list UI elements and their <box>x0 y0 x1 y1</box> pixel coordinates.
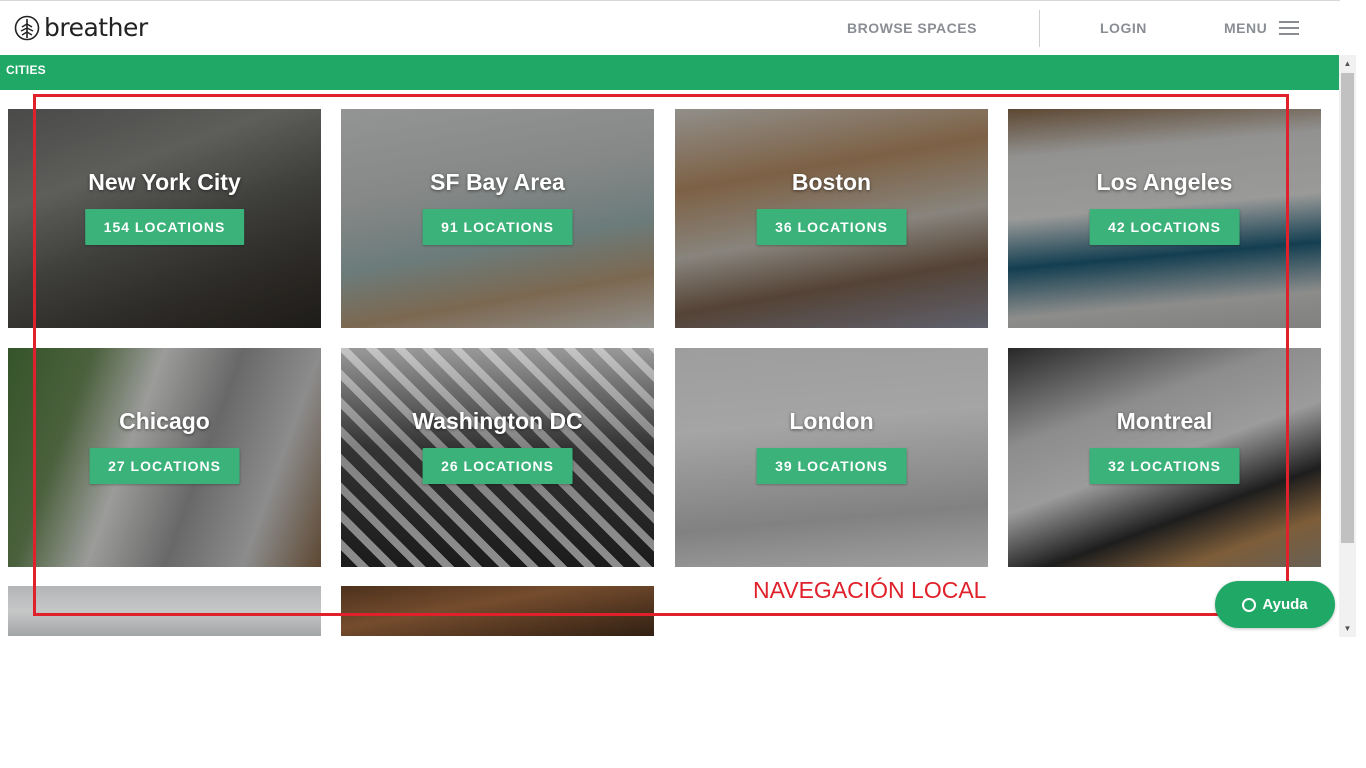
cities-section-header: CITIES <box>0 55 1339 90</box>
locations-button[interactable]: 32 LOCATIONS <box>1089 448 1240 484</box>
city-card-chicago[interactable]: Chicago 27 LOCATIONS <box>8 348 321 567</box>
locations-button[interactable]: 27 LOCATIONS <box>89 448 240 484</box>
scroll-thumb[interactable] <box>1341 73 1354 543</box>
breather-logo[interactable]: breather <box>14 13 148 43</box>
menu-label: MENU <box>1224 20 1268 36</box>
locations-button[interactable]: 26 LOCATIONS <box>422 448 573 484</box>
menu-button[interactable]: MENU <box>1224 20 1300 36</box>
help-label: Ayuda <box>1262 596 1308 613</box>
city-name: London <box>789 408 874 434</box>
city-name: Montreal <box>1116 408 1213 434</box>
locations-button[interactable]: 36 LOCATIONS <box>756 209 907 245</box>
locations-button[interactable]: 154 LOCATIONS <box>84 209 245 245</box>
hamburger-icon <box>1279 21 1300 35</box>
city-card-los-angeles[interactable]: Los Angeles 42 LOCATIONS <box>1008 109 1321 328</box>
city-name: SF Bay Area <box>430 169 565 195</box>
top-navigation-bar: breather BROWSE SPACES LOGIN MENU <box>0 0 1340 55</box>
city-card-london[interactable]: London 39 LOCATIONS <box>675 348 988 567</box>
login-link[interactable]: LOGIN <box>1100 20 1147 36</box>
city-name: New York City <box>88 169 241 195</box>
cities-label: CITIES <box>6 63 46 77</box>
page-scrollbar[interactable]: ▲ ▼ <box>1339 55 1356 637</box>
locations-button[interactable]: 91 LOCATIONS <box>422 209 573 245</box>
scroll-down-arrow-icon[interactable]: ▼ <box>1339 620 1356 637</box>
city-card-sf-bay-area[interactable]: SF Bay Area 91 LOCATIONS <box>341 109 654 328</box>
logo-text: breather <box>44 13 148 42</box>
city-name: Boston <box>791 169 872 195</box>
city-card-new-york[interactable]: New York City 154 LOCATIONS <box>8 109 321 328</box>
locations-button[interactable]: 42 LOCATIONS <box>1089 209 1240 245</box>
locations-button[interactable]: 39 LOCATIONS <box>756 448 907 484</box>
city-card-washington-dc[interactable]: Washington DC 26 LOCATIONS <box>341 348 654 567</box>
browse-spaces-link[interactable]: BROWSE SPACES <box>847 20 977 36</box>
scroll-up-arrow-icon[interactable]: ▲ <box>1339 55 1356 72</box>
city-card-boston[interactable]: Boston 36 LOCATIONS <box>675 109 988 328</box>
city-name: Chicago <box>119 408 210 434</box>
annotation-label: NAVEGACIÓN LOCAL <box>753 577 987 603</box>
city-name: Los Angeles <box>1096 169 1233 195</box>
help-chat-button[interactable]: Ayuda <box>1215 581 1335 628</box>
city-card-montreal[interactable]: Montreal 32 LOCATIONS <box>1008 348 1321 567</box>
chat-bubble-icon <box>1242 597 1257 612</box>
city-card-partial[interactable] <box>341 586 654 636</box>
city-name: Washington DC <box>412 408 583 434</box>
city-card-partial[interactable] <box>8 586 321 636</box>
leaf-logo-icon <box>14 15 40 41</box>
nav-divider <box>1039 10 1040 47</box>
